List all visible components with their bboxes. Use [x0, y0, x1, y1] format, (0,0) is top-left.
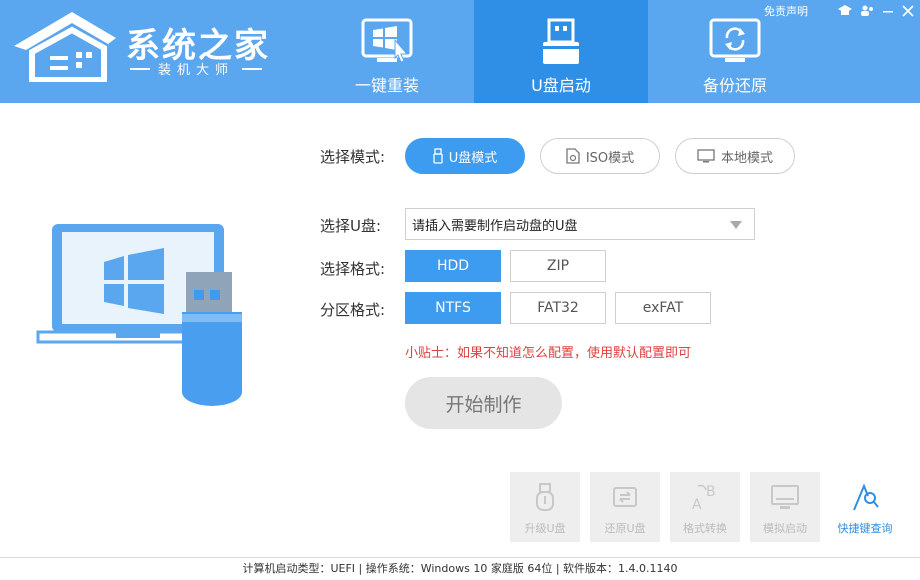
usb-select[interactable]: 请插入需要制作启动盘的U盘: [405, 208, 755, 240]
format-label: 选择格式:: [320, 260, 386, 278]
tool-label: 模拟启动: [763, 522, 807, 535]
format-zip-button[interactable]: ZIP: [510, 250, 606, 282]
logo-subtitle: 装机大师: [126, 59, 266, 78]
usb-select-value: 请插入需要制作启动盘的U盘: [412, 218, 578, 234]
window-controls: 免责声明: [764, 3, 914, 19]
logo: 系统之家 装机大师: [12, 12, 272, 82]
iso-mode-label: ISO模式: [585, 150, 635, 166]
tab-usb-boot[interactable]: U盘启动: [474, 0, 648, 103]
usb-mode-button[interactable]: U盘模式: [405, 138, 525, 174]
shortcut-search-icon: [853, 483, 879, 511]
laptop-usb-illustration: [36, 224, 242, 406]
partition-exfat-button[interactable]: exFAT: [615, 292, 711, 324]
format-hdd-button[interactable]: HDD: [405, 250, 501, 282]
shortcut-search-button[interactable]: 快捷键查询: [830, 472, 900, 542]
usb-small-icon: [433, 148, 443, 164]
monitor-icon: [697, 149, 715, 163]
tip-text: 小贴士：如果不知道怎么配置，使用默认配置即可: [405, 346, 692, 361]
close-icon[interactable]: [902, 5, 914, 17]
minimize-icon[interactable]: [882, 5, 894, 17]
local-mode-button[interactable]: 本地模式: [675, 138, 795, 174]
local-mode-label: 本地模式: [720, 150, 773, 166]
disclaimer-link[interactable]: 免责声明: [764, 3, 808, 19]
status-bar: 计算机启动类型：UEFI | 操作系统：Windows 10 家庭版 64位 |…: [0, 557, 920, 580]
partition-ntfs-button[interactable]: NTFS: [405, 292, 501, 324]
partition-fat32-button[interactable]: FAT32: [510, 292, 606, 324]
format-convert-icon: AB: [692, 484, 716, 512]
iso-file-icon: [566, 148, 580, 164]
tool-label: 还原U盘: [604, 522, 646, 535]
graduation-cap-icon[interactable]: [838, 5, 852, 17]
usb-mode-label: U盘模式: [448, 150, 498, 166]
format-convert-button[interactable]: AB 格式转换: [670, 472, 740, 542]
simulate-boot-button[interactable]: 模拟启动: [750, 472, 820, 542]
usb-label: 选择U盘:: [320, 217, 382, 235]
house-logo-icon: [14, 12, 116, 82]
mode-label: 选择模式:: [320, 148, 386, 166]
upgrade-usb-button[interactable]: 升级U盘: [510, 472, 580, 542]
iso-mode-button[interactable]: ISO模式: [540, 138, 660, 174]
svg-text:B: B: [706, 484, 716, 500]
tab-one-key-reinstall[interactable]: 一键重装: [300, 0, 474, 103]
usb-restore-icon: [613, 487, 637, 507]
tab-label: U盘启动: [531, 76, 591, 95]
start-make-button[interactable]: 开始制作: [405, 377, 562, 429]
usb-upgrade-icon: [536, 483, 554, 511]
restore-usb-button[interactable]: 还原U盘: [590, 472, 660, 542]
tool-label: 格式转换: [683, 522, 727, 535]
windows-cursor-icon: [361, 18, 413, 63]
tab-label: 备份还原: [702, 76, 767, 95]
restore-icon: [709, 18, 761, 62]
simulate-boot-icon: [771, 485, 799, 509]
tool-label: 升级U盘: [524, 522, 566, 535]
tool-label: 快捷键查询: [837, 522, 893, 535]
usb-drive-icon: [543, 18, 579, 64]
chevron-down-icon: [730, 221, 742, 229]
partition-label: 分区格式:: [320, 301, 386, 319]
svg-text:A: A: [692, 497, 702, 512]
header-bar: 系统之家 装机大师 一键重装 U盘启动 备份还原 免责声明: [0, 0, 920, 103]
tab-label: 一键重装: [354, 76, 419, 95]
users-icon[interactable]: [860, 5, 874, 17]
